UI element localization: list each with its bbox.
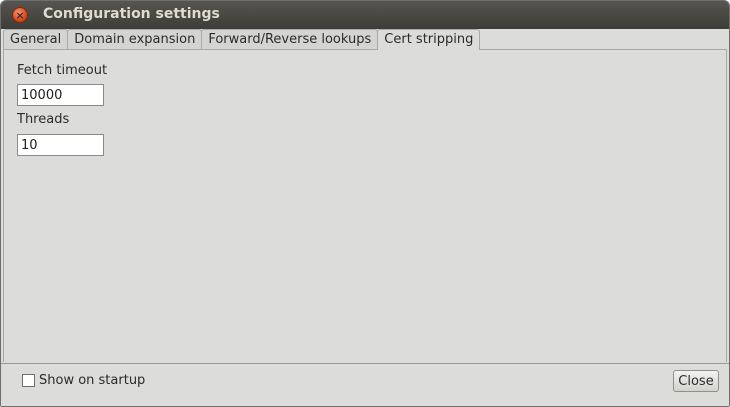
tab-panel-cert-stripping: Fetch timeout Threads xyxy=(3,50,727,362)
close-icon: × xyxy=(15,8,25,22)
configuration-window: × Configuration settings General Domain … xyxy=(0,0,730,407)
fetch-timeout-input[interactable] xyxy=(17,84,104,106)
dialog-footer: Show on startup Close xyxy=(1,363,729,406)
tab-domain-expansion[interactable]: Domain expansion xyxy=(67,29,203,49)
window-title: Configuration settings xyxy=(43,6,220,22)
title-bar[interactable]: × Configuration settings xyxy=(1,1,729,29)
threads-label: Threads xyxy=(17,112,70,127)
tab-general[interactable]: General xyxy=(3,29,69,49)
show-on-startup-checkbox[interactable]: Show on startup xyxy=(22,373,145,388)
threads-input[interactable] xyxy=(17,134,104,156)
show-on-startup-label: Show on startup xyxy=(39,373,146,388)
fetch-timeout-label: Fetch timeout xyxy=(17,63,108,78)
tab-forward-reverse-lookups[interactable]: Forward/Reverse lookups xyxy=(201,29,379,49)
checkbox-box[interactable] xyxy=(22,374,35,387)
tab-cert-stripping[interactable]: Cert stripping xyxy=(377,29,481,50)
tab-bar: General Domain expansion Forward/Reverse… xyxy=(3,29,727,50)
window-close-button[interactable]: × xyxy=(12,7,28,23)
close-button[interactable]: Close xyxy=(673,370,719,392)
